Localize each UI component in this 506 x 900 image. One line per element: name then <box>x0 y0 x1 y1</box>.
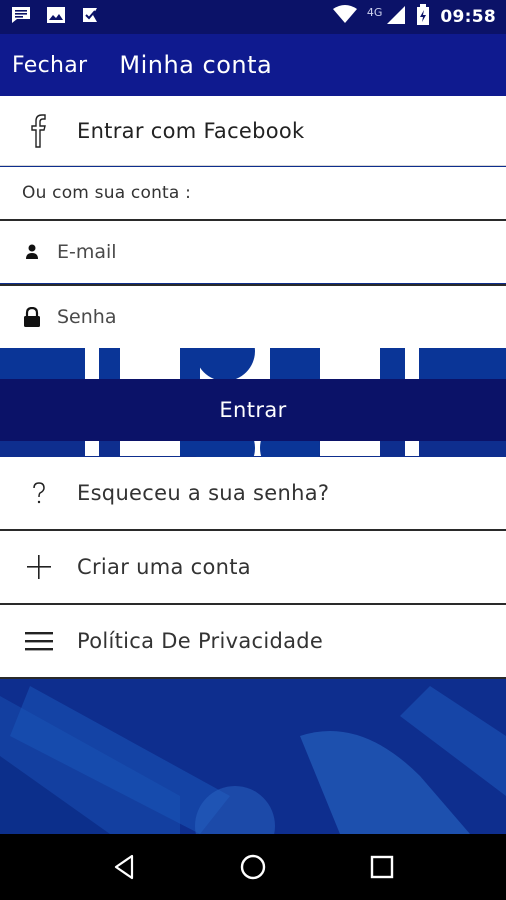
signal-icon <box>386 5 406 29</box>
or-section: Ou com sua conta : <box>0 167 506 219</box>
page-title: Minha conta <box>119 51 273 79</box>
message-icon <box>10 5 32 29</box>
network-type: 4G <box>366 5 383 19</box>
password-input[interactable] <box>57 306 437 328</box>
battery-icon <box>416 4 430 30</box>
plus-icon <box>24 554 54 580</box>
privacy-policy-item[interactable]: Política De Privacidade <box>0 605 506 679</box>
password-field[interactable] <box>0 284 506 348</box>
forgot-password-label: Esqueceu a sua senha? <box>77 481 330 505</box>
lock-icon <box>22 307 42 327</box>
toolbar: Fechar Minha conta <box>0 34 506 96</box>
question-icon <box>24 481 54 505</box>
or-label: Ou com sua conta : <box>22 183 192 203</box>
facebook-login-button[interactable]: Entrar com Facebook <box>0 96 506 166</box>
status-bar: 4G 09:58 <box>0 0 506 34</box>
image-icon <box>46 5 66 29</box>
home-icon[interactable] <box>233 847 273 887</box>
create-account-label: Criar uma conta <box>77 555 251 579</box>
login-submit-button[interactable]: Entrar <box>0 379 506 441</box>
navigation-bar <box>0 834 506 900</box>
wifi-icon <box>332 5 357 29</box>
checklist-icon <box>80 5 100 29</box>
user-icon <box>22 244 42 260</box>
login-submit-label: Entrar <box>219 398 287 422</box>
close-button[interactable]: Fechar <box>12 53 87 78</box>
facebook-login-label: Entrar com Facebook <box>77 118 305 143</box>
create-account-item[interactable]: Criar uma conta <box>0 531 506 605</box>
email-field[interactable] <box>0 219 506 283</box>
privacy-policy-label: Política De Privacidade <box>77 629 324 653</box>
recents-icon[interactable] <box>362 847 402 887</box>
forgot-password-item[interactable]: Esqueceu a sua senha? <box>0 457 506 531</box>
clock: 09:58 <box>440 7 496 27</box>
email-input[interactable] <box>57 241 437 263</box>
facebook-icon <box>27 111 51 151</box>
back-icon[interactable] <box>104 847 144 887</box>
menu-lines-icon <box>24 630 54 652</box>
